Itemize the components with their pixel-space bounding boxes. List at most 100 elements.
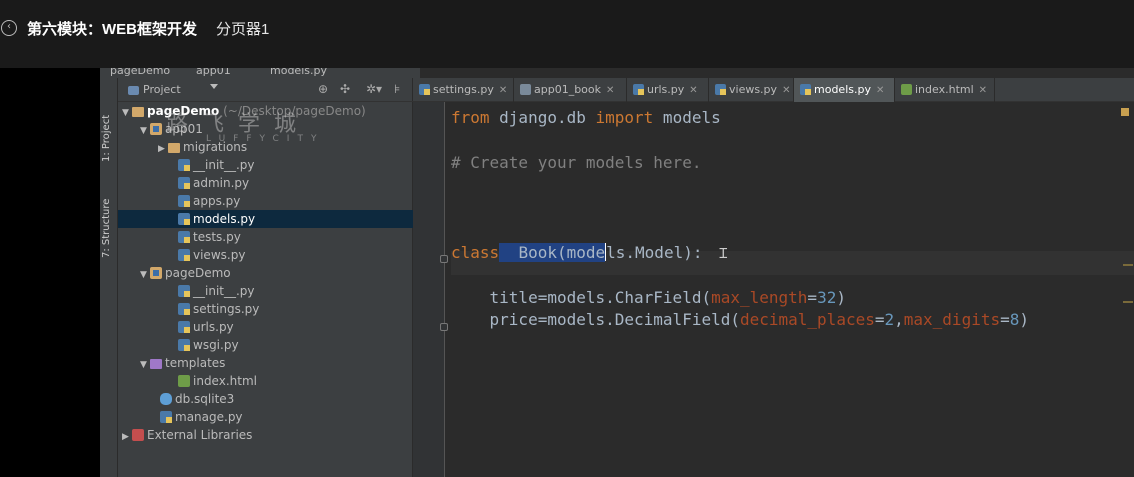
tree-item-label: __init__.py [193,158,255,172]
tab-app01-book[interactable]: app01_book ✕ [514,78,627,102]
scroll-marker[interactable] [1123,301,1133,303]
code-token: ) [1019,310,1030,329]
video-title-bar: ‹ 第六模块：WEB框架开发 分页器1 [0,0,1134,68]
folder-icon [168,143,180,153]
structure-tool-tab[interactable]: 7: Structure [101,178,117,258]
html-file-icon [178,375,190,387]
keyword-import: import [595,108,654,127]
python-file-icon [178,231,190,243]
code-editor: settings.py ✕ app01_book ✕ urls.py ✕ views.… [413,78,1134,477]
tree-item-templates[interactable]: ▼ templates [118,354,413,372]
code-parameter: max_length [711,288,808,307]
tree-item-urls[interactable]: urls.py [118,318,413,336]
tree-item-manage[interactable]: manage.py [118,408,413,426]
project-tool-tab[interactable]: 1: Project [101,92,117,162]
code-token: ls.Model): [606,243,703,262]
tree-item-label: wsgi.py [193,338,239,352]
navigation-bar: pageDemo app01 models.py [100,68,420,78]
course-title: 第六模块：WEB框架开发 [27,21,197,38]
tree-item-label: admin.py [193,176,250,190]
scroll-from-source-icon[interactable]: ⊕ [318,82,328,96]
collapse-all-icon[interactable]: ✣ [340,82,350,96]
tree-item-models[interactable]: models.py [118,210,413,228]
close-icon[interactable]: ✕ [782,85,790,96]
html-file-icon [901,84,912,95]
tree-item-apps[interactable]: apps.py [118,192,413,210]
tree-item-label: settings.py [193,302,260,316]
project-view-label: Project [143,83,181,96]
scroll-marker[interactable] [1123,264,1133,266]
keyword-from: from [451,108,490,127]
python-file-icon [178,213,190,225]
tree-item-index-html[interactable]: index.html [118,372,413,390]
hide-panel-icon[interactable]: ⊧ [394,82,400,96]
project-view-icon [128,86,139,95]
module-folder-icon [150,267,162,279]
tree-item-label: __init__.py [193,284,255,298]
tab-views-py[interactable]: views.py ✕ [709,78,794,102]
code-parameter: max_digits [903,310,1001,329]
chevron-right-icon[interactable]: ▶ [122,428,132,446]
editor-gutter [413,102,448,477]
code-token: = [807,288,818,307]
table-icon [520,84,531,95]
tool-window-stripe: 1: Project 7: Structure [100,78,118,477]
python-file-icon [178,303,190,315]
tree-item-label: apps.py [193,194,241,208]
project-toolbar: Project ⊕ ✣ ✲▾ ⊧ [118,78,413,102]
mouse-ibeam-icon: Ɪ [702,246,728,262]
code-line-3: # Create your models here. [451,152,701,174]
lesson-title: 分页器1 [216,21,270,38]
python-file-icon [178,159,190,171]
tree-item-pagedemo-package[interactable]: ▼ pageDemo [118,264,413,282]
breadcrumb-project[interactable]: pageDemo [110,68,170,77]
tree-item-app01-init[interactable]: __init__.py [118,156,413,174]
python-file-icon [715,84,726,95]
library-icon [132,429,144,441]
gear-icon[interactable]: ✲▾ [366,82,382,96]
close-icon[interactable]: ✕ [499,85,507,96]
fold-icon[interactable] [440,323,448,331]
tree-item-views[interactable]: views.py [118,246,413,264]
tab-label: app01_book [534,83,602,96]
python-file-icon [178,195,190,207]
tab-urls-py[interactable]: urls.py ✕ [627,78,709,102]
python-file-icon [800,84,811,95]
code-number: 2 [884,310,895,329]
tree-item-wsgi[interactable]: wsgi.py [118,336,413,354]
close-icon[interactable]: ✕ [689,85,697,96]
close-icon[interactable]: ✕ [606,85,614,96]
tab-index-html[interactable]: index.html ✕ [895,78,995,102]
tree-item-db-sqlite3[interactable]: db.sqlite3 [118,390,413,408]
tree-item-pagedemo-init[interactable]: __init__.py [118,282,413,300]
tab-label: models.py [814,83,871,96]
python-file-icon [178,339,190,351]
code-area[interactable]: from django.db import models # Create yo… [451,102,1134,477]
inspection-status-icon[interactable] [1121,108,1129,116]
back-icon[interactable]: ‹ [1,20,17,36]
tree-item-external-libraries[interactable]: ▶ External Libraries [118,426,413,444]
code-token: models [653,108,721,127]
code-token: django.db [489,108,596,127]
tab-settings-py[interactable]: settings.py ✕ [413,78,514,102]
tree-item-label: templates [165,356,226,370]
chevron-down-icon[interactable] [210,84,218,89]
breadcrumb-module[interactable]: app01 [196,68,231,77]
tree-item-admin[interactable]: admin.py [118,174,413,192]
fold-icon[interactable] [440,255,448,263]
tab-label: urls.py [647,83,685,96]
close-icon[interactable]: ✕ [876,85,884,96]
tree-item-label: External Libraries [147,428,253,442]
tree-item-label: urls.py [193,320,234,334]
code-token: = [1000,310,1010,329]
project-view-selector[interactable]: Project [128,83,181,96]
selection-space [499,243,519,262]
tree-item-label: pageDemo [165,266,231,280]
tab-models-py[interactable]: models.py ✕ [794,78,895,102]
tree-item-label: manage.py [175,410,243,424]
breadcrumb-file[interactable]: models.py [270,68,327,77]
close-icon[interactable]: ✕ [979,85,987,96]
database-icon [160,393,172,405]
tree-item-settings[interactable]: settings.py [118,300,413,318]
tree-item-tests[interactable]: tests.py [118,228,413,246]
